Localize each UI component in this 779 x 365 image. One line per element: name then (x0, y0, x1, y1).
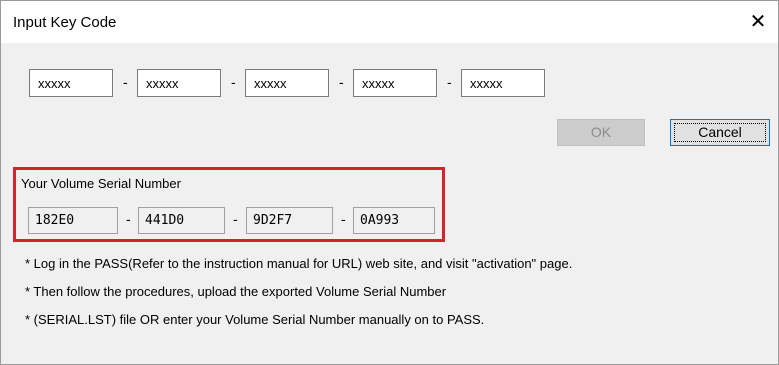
key-separator: - (123, 74, 128, 90)
key-code-field-2[interactable] (137, 69, 221, 97)
instruction-note-1: * Log in the PASS(Refer to the instructi… (25, 256, 573, 271)
dialog-title: Input Key Code (13, 14, 117, 31)
focus-rectangle (674, 123, 766, 142)
key-separator: - (231, 74, 236, 90)
key-separator: - (447, 74, 452, 90)
input-key-code-dialog: Input Key Code ✕ - - - - OK Cancel Your … (0, 0, 779, 365)
close-icon[interactable]: ✕ (743, 7, 773, 37)
cancel-button[interactable]: Cancel (670, 119, 770, 146)
serial-part-2: 441D0 (138, 207, 225, 234)
serial-part-1: 182E0 (28, 207, 118, 234)
key-code-field-1[interactable] (29, 69, 113, 97)
serial-part-3: 9D2F7 (246, 207, 333, 234)
serial-separator: - (126, 211, 131, 227)
serial-separator: - (233, 211, 238, 227)
serial-part-4: 0A993 (353, 207, 435, 234)
key-code-field-5[interactable] (461, 69, 545, 97)
instruction-note-3: * (SERIAL.LST) file OR enter your Volume… (25, 312, 485, 327)
title-bar: Input Key Code ✕ (1, 1, 778, 43)
key-separator: - (339, 74, 344, 90)
ok-button[interactable]: OK (557, 119, 645, 146)
key-code-field-4[interactable] (353, 69, 437, 97)
instruction-note-2: * Then follow the procedures, upload the… (25, 284, 447, 299)
serial-separator: - (341, 211, 346, 227)
key-code-field-3[interactable] (245, 69, 329, 97)
serial-number-label: Your Volume Serial Number (21, 176, 181, 191)
